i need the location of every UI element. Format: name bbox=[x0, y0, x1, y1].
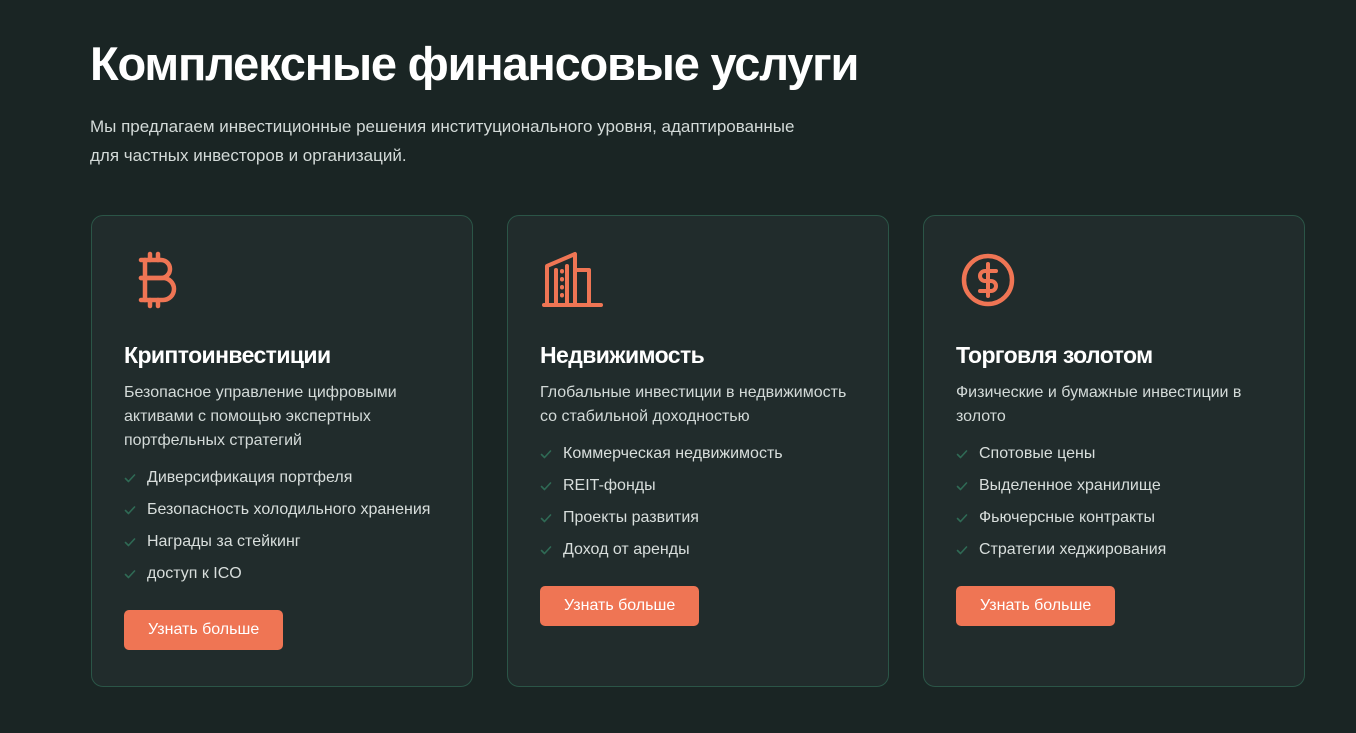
feature-label: Диверсификация портфеля bbox=[147, 469, 353, 486]
check-icon bbox=[124, 538, 136, 547]
feature-item: Доход от аренды bbox=[540, 534, 864, 566]
feature-item: Выделенное хранилище bbox=[956, 470, 1280, 502]
feature-label: Проекты развития bbox=[563, 509, 699, 526]
check-icon bbox=[540, 482, 552, 491]
feature-label: Фьючерсные контракты bbox=[979, 509, 1156, 526]
card-description: Физические и бумажные инвестиции в золот… bbox=[956, 384, 1242, 425]
bitcoin-icon bbox=[124, 248, 188, 312]
service-card-real-estate: Недвижимость Глобальные инвестиции в нед… bbox=[507, 215, 889, 687]
services-section: Комплексные финансовые услуги Мы предлаг… bbox=[0, 0, 1356, 733]
check-icon bbox=[124, 570, 136, 579]
feature-label: Стратегии хеджирования bbox=[979, 541, 1167, 558]
feature-item: Фьючерсные контракты bbox=[956, 502, 1280, 534]
feature-list: Диверсификация портфеля Безопасность хол… bbox=[124, 462, 448, 590]
feature-item: Стратегии хеджирования bbox=[956, 534, 1280, 566]
card-title: Криптоинвестиции bbox=[124, 342, 331, 368]
card-description: Безопасное управление цифровыми активами… bbox=[124, 384, 397, 449]
check-icon bbox=[124, 506, 136, 515]
feature-label: REIT-фонды bbox=[563, 477, 656, 494]
building-icon bbox=[540, 248, 604, 312]
feature-label: Награды за стейкинг bbox=[147, 533, 301, 550]
feature-item: REIT-фонды bbox=[540, 470, 864, 502]
feature-list: Коммерческая недвижимость REIT-фонды Про… bbox=[540, 438, 864, 566]
feature-item: Диверсификация портфеля bbox=[124, 462, 448, 494]
feature-label: Безопасность холодильного хранения bbox=[147, 501, 431, 518]
check-icon bbox=[124, 474, 136, 483]
section-subtitle-line-1: Мы предлагаем инвестиционные решения инс… bbox=[90, 117, 795, 136]
feature-label: доступ к ICO bbox=[147, 565, 242, 582]
check-icon bbox=[956, 546, 968, 555]
card-description: Глобальные инвестиции в недвижимость со … bbox=[540, 384, 847, 425]
feature-item: Безопасность холодильного хранения bbox=[124, 494, 448, 526]
dollar-circle-icon bbox=[956, 248, 1020, 312]
feature-item: Проекты развития bbox=[540, 502, 864, 534]
section-title: Комплексные финансовые услуги bbox=[90, 37, 859, 90]
feature-label: Выделенное хранилище bbox=[979, 477, 1161, 494]
learn-more-button[interactable]: Узнать больше bbox=[124, 610, 284, 650]
learn-more-button[interactable]: Узнать больше bbox=[540, 586, 700, 626]
card-title: Недвижимость bbox=[540, 342, 705, 368]
feature-label: Коммерческая недвижимость bbox=[563, 445, 783, 462]
check-icon bbox=[956, 482, 968, 491]
feature-item: Награды за стейкинг bbox=[124, 526, 448, 558]
service-card-crypto: Криптоинвестиции Безопасное управление ц… bbox=[91, 215, 473, 687]
section-subtitle-line-2: для частных инвесторов и организаций. bbox=[90, 146, 407, 165]
feature-item: доступ к ICO bbox=[124, 558, 448, 590]
feature-label: Доход от аренды bbox=[563, 541, 690, 558]
feature-item: Спотовые цены bbox=[956, 438, 1280, 470]
check-icon bbox=[540, 546, 552, 555]
check-icon bbox=[956, 514, 968, 523]
check-icon bbox=[540, 450, 552, 459]
card-title: Торговля золотом bbox=[956, 342, 1153, 368]
learn-more-button[interactable]: Узнать больше bbox=[956, 586, 1116, 626]
feature-item: Коммерческая недвижимость bbox=[540, 438, 864, 470]
feature-label: Спотовые цены bbox=[979, 445, 1096, 462]
feature-list: Спотовые цены Выделенное хранилище Фьюче… bbox=[956, 438, 1280, 566]
check-icon bbox=[956, 450, 968, 459]
service-card-gold: Торговля золотом Физические и бумажные и… bbox=[923, 215, 1305, 687]
section-subtitle: Мы предлагаем инвестиционные решения инс… bbox=[90, 112, 850, 170]
check-icon bbox=[540, 514, 552, 523]
